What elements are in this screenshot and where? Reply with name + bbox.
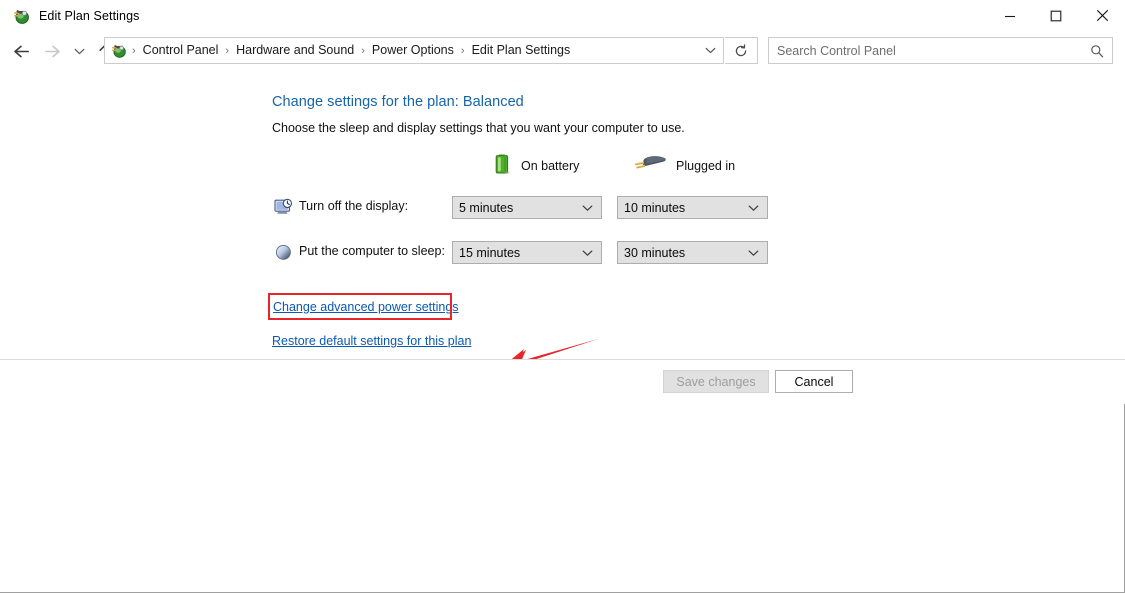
power-plug-icon	[633, 153, 667, 178]
setting-label: Put the computer to sleep:	[299, 244, 445, 258]
maximize-button[interactable]	[1033, 0, 1079, 31]
breadcrumb-item-hardware-and-sound[interactable]: Hardware and Sound	[234, 38, 356, 63]
column-header-label: Plugged in	[676, 158, 736, 173]
dropdown-sleep-on-battery[interactable]: 15 minutes	[452, 241, 602, 264]
recent-locations-chevron-down-icon[interactable]	[69, 36, 89, 66]
chevron-down-icon	[582, 204, 593, 212]
breadcrumb-item-edit-plan-settings[interactable]: Edit Plan Settings	[470, 38, 573, 63]
chevron-down-icon	[748, 204, 759, 212]
refresh-button[interactable]	[725, 37, 758, 64]
breadcrumb-separator: ›	[361, 44, 365, 57]
battery-icon	[494, 153, 512, 178]
column-headers: On battery Plugged in	[0, 153, 1125, 183]
forward-button[interactable]	[39, 36, 65, 66]
minimize-button[interactable]	[987, 0, 1033, 31]
sleep-moon-icon	[274, 243, 293, 262]
column-header-plugged-in: Plugged in	[633, 153, 735, 178]
content-area: Change settings for the plan: Balanced C…	[0, 71, 1125, 374]
breadcrumb-separator: ›	[225, 44, 230, 57]
chevron-down-icon	[748, 249, 759, 257]
dropdown-display-plugged-in[interactable]: 10 minutes	[617, 196, 768, 219]
setting-row-put-computer-to-sleep: Put the computer to sleep: 15 minutes 30…	[0, 240, 1125, 270]
page-subtitle: Choose the sleep and display settings th…	[272, 121, 685, 135]
setting-row-turn-off-display: Turn off the display: 5 minutes 10 minut…	[0, 195, 1125, 225]
page-title: Change settings for the plan: Balanced	[272, 94, 524, 110]
breadcrumb-separator: ›	[460, 44, 465, 57]
window-controls	[987, 0, 1125, 31]
column-header-label: On battery	[521, 158, 580, 173]
dropdown-value: 10 minutes	[624, 200, 686, 215]
dropdown-value: 30 minutes	[624, 245, 686, 260]
dropdown-sleep-plugged-in[interactable]: 30 minutes	[617, 241, 768, 264]
setting-label: Turn off the display:	[299, 199, 409, 213]
close-button[interactable]	[1079, 0, 1125, 31]
search-box[interactable]: Search Control Panel	[768, 37, 1113, 64]
edit-plan-settings-window: Edit Plan Settings › Control Panel › Har…	[0, 0, 1125, 593]
breadcrumb-item-control-panel[interactable]: Control Panel	[141, 38, 221, 63]
save-changes-button[interactable]: Save changes	[663, 370, 769, 393]
dropdown-value: 15 minutes	[459, 245, 521, 260]
address-dropdown-chevron-down-icon[interactable]	[697, 38, 723, 63]
address-bar[interactable]: › Control Panel › Hardware and Sound › P…	[104, 37, 724, 64]
change-advanced-power-settings-link[interactable]: Change advanced power settings	[273, 300, 459, 314]
restore-default-settings-link[interactable]: Restore default settings for this plan	[272, 334, 471, 348]
cancel-button[interactable]: Cancel	[775, 370, 853, 393]
column-header-on-battery: On battery	[494, 153, 579, 178]
footer-bar: Save changes Cancel	[0, 360, 1125, 404]
search-input-placeholder[interactable]: Search Control Panel	[777, 44, 896, 58]
dropdown-value: 5 minutes	[459, 200, 514, 215]
power-plan-icon	[110, 42, 127, 59]
breadcrumb-item-power-options[interactable]: Power Options	[370, 38, 456, 63]
display-clock-icon	[274, 198, 293, 217]
back-button[interactable]	[8, 36, 34, 66]
window-title: Edit Plan Settings	[39, 8, 140, 23]
power-plan-icon	[12, 7, 30, 25]
title-bar: Edit Plan Settings	[0, 0, 1125, 31]
search-icon[interactable]	[1090, 44, 1104, 58]
chevron-down-icon	[582, 249, 593, 257]
breadcrumb-separator: ›	[132, 44, 136, 57]
dropdown-display-on-battery[interactable]: 5 minutes	[452, 196, 602, 219]
